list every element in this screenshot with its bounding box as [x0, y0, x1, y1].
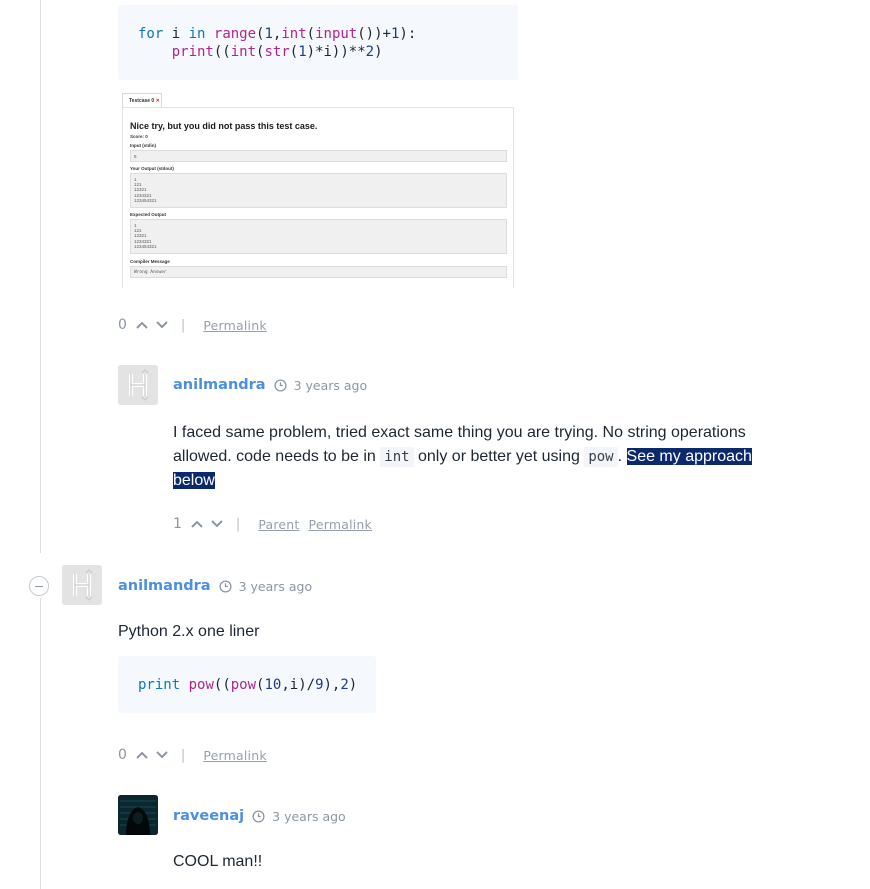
code-token: (	[306, 26, 316, 42]
upvote-icon[interactable]	[190, 517, 204, 531]
code-token: int	[281, 26, 307, 42]
hackerrank-default-avatar-icon	[62, 565, 102, 605]
testcase-screenshot[interactable]: Testcase 0 ✕ Nice try, but you did not p…	[122, 93, 515, 288]
comment-body: I faced same problem, tried exact same t…	[173, 421, 773, 493]
input-box: 5	[130, 150, 507, 162]
code-token: ):	[399, 26, 417, 42]
code-token: range	[213, 26, 257, 42]
code-token: )*i))**	[306, 44, 366, 60]
testcase-heading: Nice try, but you did not pass this test…	[130, 121, 318, 131]
author-name[interactable]: raveenaj	[173, 808, 244, 824]
vote-count: 0	[118, 317, 127, 333]
comment-text: .	[617, 448, 627, 465]
code-token: print	[171, 44, 214, 60]
comment-actions: 0 | Permalink	[118, 745, 276, 765]
code-token: 1	[264, 26, 273, 42]
author-name[interactable]: anilmandra	[118, 578, 211, 594]
expected-output-box: 1 121 12321 1234321 123454321	[130, 219, 507, 254]
comment-body: Python 2.x one liner	[118, 623, 260, 640]
author-name[interactable]: anilmandra	[173, 377, 266, 393]
code-token: )	[374, 44, 383, 60]
comment-actions: 1 | Parent Permalink	[173, 514, 381, 534]
score-label: Score: 0	[130, 134, 148, 139]
code-token: (	[289, 44, 299, 60]
input-label: Input (stdin)	[130, 143, 156, 148]
comment-author: raveenaj 3 years ago	[173, 808, 346, 824]
code-token: in	[188, 26, 206, 42]
collapse-thread-button[interactable]	[29, 576, 49, 596]
code-token: int	[230, 44, 257, 60]
comment-text: only or better yet using	[413, 448, 585, 465]
comment-actions: 0 | Permalink	[118, 315, 276, 335]
comment-body: COOL man!!	[173, 853, 263, 870]
avatar[interactable]	[62, 565, 102, 605]
fail-icon: ✕	[155, 98, 160, 104]
downvote-icon[interactable]	[155, 318, 169, 332]
thread-line	[40, 598, 41, 889]
permalink-link[interactable]: Permalink	[203, 748, 266, 763]
testcase-tab-label: Testcase 0	[129, 98, 155, 104]
comment-timestamp: 3 years ago	[238, 578, 313, 594]
code-token: )	[348, 677, 358, 693]
permalink-link[interactable]: Permalink	[309, 517, 372, 532]
expected-output-label: Expected Output	[130, 212, 167, 217]
your-output-box: 1 121 12321 1234321 123454321	[130, 173, 507, 208]
code-token: 9	[315, 677, 324, 693]
inline-code: pow	[584, 447, 618, 467]
thread-line	[40, 0, 41, 553]
parent-link[interactable]: Parent	[258, 517, 299, 532]
code-block: for i in range(1,int(input())+1): print(…	[118, 5, 518, 80]
downvote-icon[interactable]	[210, 517, 224, 531]
upvote-icon[interactable]	[135, 748, 149, 762]
compiler-message-box: Wrong Answer	[130, 266, 507, 278]
code-token: 2	[365, 44, 375, 60]
comment-author: anilmandra 3 years ago	[173, 377, 367, 393]
code-token: 10	[264, 677, 282, 693]
comment-timestamp: 3 years ago	[272, 808, 346, 824]
vote-count: 1	[173, 516, 182, 532]
separator: |	[180, 747, 186, 763]
avatar[interactable]	[118, 365, 158, 405]
code-token: str	[264, 44, 290, 60]
compiler-message-label: Compiler Message	[130, 259, 170, 264]
code-token: 2	[340, 677, 349, 693]
code-token: ())+	[357, 26, 391, 42]
hackerrank-default-avatar-icon	[118, 365, 158, 405]
vote-count: 0	[118, 747, 127, 763]
code-token: print	[138, 677, 181, 693]
code-token: i	[163, 26, 189, 42]
code-token: pow	[188, 677, 214, 693]
code-token: for	[138, 26, 164, 42]
comment-author: anilmandra 3 years ago	[118, 578, 312, 594]
separator: |	[180, 317, 186, 333]
your-output-label: Your Output (stdout)	[130, 166, 174, 171]
code-token: input	[315, 26, 358, 42]
code-token: ,i)/	[281, 677, 316, 693]
code-token: 1	[298, 44, 307, 60]
upvote-icon[interactable]	[135, 318, 149, 332]
inline-code: int	[380, 447, 414, 467]
code-token: pow	[230, 677, 257, 693]
downvote-icon[interactable]	[155, 748, 169, 762]
separator: |	[235, 516, 241, 532]
code-token: ((	[213, 677, 231, 693]
hooded-figure-avatar-icon	[118, 795, 158, 835]
testcase-tab: Testcase 0 ✕	[122, 93, 162, 107]
comment-timestamp: 3 years ago	[293, 377, 368, 393]
code-block: print pow((pow(10,i)/9),2)	[118, 656, 376, 713]
clock-icon	[219, 579, 232, 593]
clock-icon	[252, 809, 265, 823]
permalink-link[interactable]: Permalink	[203, 318, 266, 333]
code-token: ),	[323, 677, 341, 693]
code-token: ((	[213, 44, 231, 60]
avatar[interactable]	[118, 795, 158, 835]
clock-icon	[274, 378, 287, 392]
